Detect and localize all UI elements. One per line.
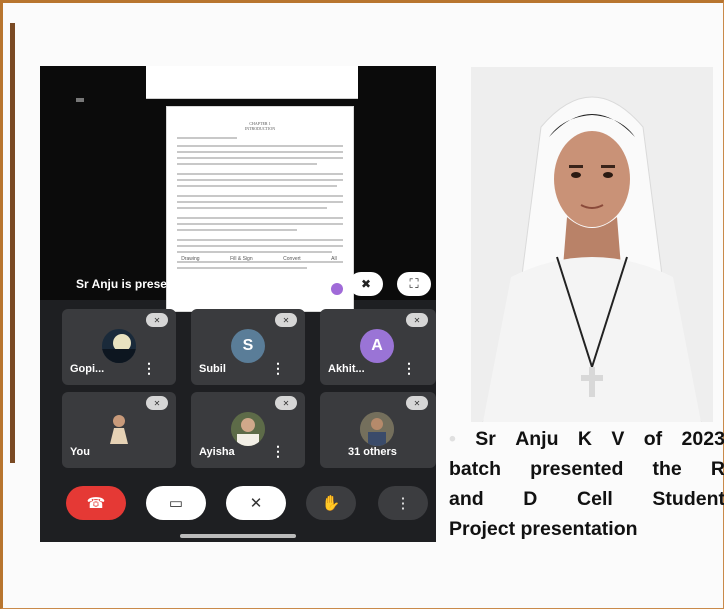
slide-frame: CHAPTER 1 INTRODUCTION Drawing Fill & Si… [0,0,724,609]
participant-name: You [70,446,90,458]
participant-name: Gopi... [70,363,105,375]
caption-line-4: Project presentation [449,518,638,540]
more-icon[interactable]: ⋮ [271,443,285,460]
caption-line-2: batch presented the R [449,458,724,480]
doc-line [177,179,343,181]
pin-button[interactable]: ✖ [349,272,383,296]
avatar: S [231,329,265,363]
participant-tile[interactable]: ✕ You [62,392,176,468]
doc-line [177,137,237,139]
doc-line [177,145,343,147]
doc-line [177,229,297,231]
end-call-button[interactable]: ☎ [66,486,126,520]
caption-line-3: and D Cell Student [449,488,724,510]
mic-muted-icon: ✕ [406,313,428,327]
more-icon[interactable]: ⋮ [142,360,156,377]
doc-line [177,173,343,175]
left-accent-bar [10,23,15,463]
portrait-photo [471,67,713,422]
minimize-icon[interactable] [76,98,84,102]
tool-all[interactable]: All [331,256,337,262]
doc-line [177,207,327,209]
camera-off-icon: ▭ [168,495,184,512]
participant-name: Subil [199,363,226,375]
participant-tile[interactable]: ✕ A Akhit... ⋮ [320,309,436,385]
bullet-icon: • [449,428,456,450]
fullscreen-button[interactable]: ⛶ [397,272,431,296]
more-icon[interactable]: ⋮ [271,360,285,377]
doc-line [177,223,343,225]
fullscreen-icon: ⛶ [409,276,419,291]
doc-line [177,195,343,197]
doc-line [177,239,343,241]
tool-fill-sign[interactable]: Fill & Sign [230,256,253,262]
participant-tile[interactable]: ✕ 31 others [320,392,436,468]
avatar [231,412,265,446]
doc-line [177,163,317,165]
edit-fab-icon[interactable] [331,283,343,295]
camera-toggle-button[interactable]: ▭ [146,486,206,520]
doc-line [177,201,343,203]
presenter-label: Sr Anju is presenting [76,277,197,291]
mic-off-icon: ✕ [249,495,263,512]
home-indicator [180,534,296,538]
participant-tile[interactable]: ✕ Gopi... ⋮ [62,309,176,385]
doc-line [177,157,343,159]
document-toolbar [146,66,358,99]
participant-tile[interactable]: ✕ S Subil ⋮ [191,309,305,385]
document-tools: Drawing Fill & Sign Convert All [166,256,352,262]
more-options-button[interactable]: ⋮ [378,486,428,520]
mic-toggle-button[interactable]: ✕ [226,486,286,520]
mic-muted-icon: ✕ [275,396,297,410]
doc-line [177,151,343,153]
participant-tile[interactable]: ✕ Ayisha ⋮ [191,392,305,468]
avatar: A [360,329,394,363]
avatar [102,329,136,363]
mic-muted-icon: ✕ [406,396,428,410]
unpin-icon: ✖ [360,277,372,291]
participant-name: Akhit... [328,363,365,375]
doc-line [177,185,337,187]
document-title: INTRODUCTION [244,126,276,131]
raise-hand-button[interactable]: ✋ [306,486,356,520]
tool-convert[interactable]: Convert [283,256,301,262]
more-icon[interactable]: ⋮ [402,360,416,377]
presentation-area: CHAPTER 1 INTRODUCTION Drawing Fill & Si… [40,66,436,312]
doc-line [177,217,343,219]
avatar [102,412,136,446]
participant-name: 31 others [348,446,397,458]
mic-muted-icon: ✕ [146,396,168,410]
doc-line [177,251,332,253]
caption: • Sr Anju K V of 2023 batch presented th… [449,424,724,544]
participant-name: Ayisha [199,446,235,458]
avatar [360,412,394,446]
more-options-icon: ⋮ [395,495,411,512]
doc-line [177,245,343,247]
caption-line-1: • Sr Anju K V of 2023 [449,424,724,454]
raise-hand-icon: ✋ [321,495,341,512]
video-call-screenshot: CHAPTER 1 INTRODUCTION Drawing Fill & Si… [40,66,436,542]
end-call-icon: ☎ [86,495,106,512]
tool-drawing[interactable]: Drawing [181,256,199,262]
mic-muted-icon: ✕ [146,313,168,327]
mic-muted-icon: ✕ [275,313,297,327]
doc-line [177,267,307,269]
